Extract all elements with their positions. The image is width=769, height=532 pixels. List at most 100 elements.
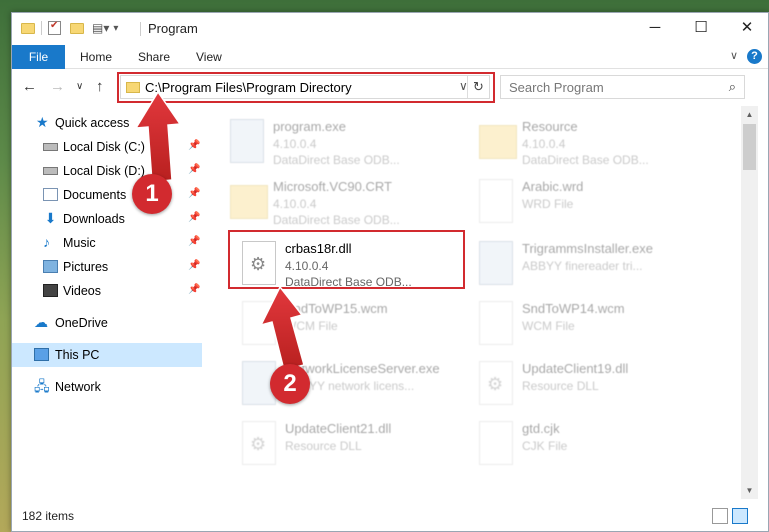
tab-home[interactable]: Home <box>80 45 112 69</box>
pin-icon[interactable]: 📌 <box>188 188 200 199</box>
window-title: Program <box>148 21 198 36</box>
sidebar-item-local-disk-d[interactable]: Local Disk (D:) 📌 <box>12 159 202 183</box>
sidebar-item-label: Music <box>63 236 96 250</box>
recent-locations-icon[interactable]: ∨ <box>76 81 83 92</box>
file-name: UpdateClient19.dll <box>522 361 629 376</box>
exe-file-icon <box>230 119 264 163</box>
customize-toolbar-icon[interactable]: ▤▾ <box>92 21 109 35</box>
sidebar-item-music[interactable]: ♪ Music 📌 <box>12 231 202 255</box>
sidebar-item-label: Local Disk (C:) <box>63 140 145 154</box>
close-button[interactable]: ✕ <box>724 13 769 43</box>
sidebar-item-videos[interactable]: Videos 📌 <box>12 279 202 303</box>
sidebar-item-pictures[interactable]: Pictures 📌 <box>12 255 202 279</box>
pin-icon[interactable]: 📌 <box>188 260 200 271</box>
title-bar: ▤▾ ▾ Program ─ ☐ ✕ <box>12 13 768 45</box>
pin-icon[interactable]: 📌 <box>188 236 200 247</box>
dll-gear-icon <box>242 421 276 465</box>
explorer-window: ▤▾ ▾ Program ─ ☐ ✕ File Home Share View … <box>11 12 769 532</box>
tiles-view-icon[interactable] <box>732 508 748 524</box>
documents-icon <box>43 188 58 201</box>
file-version: Resource DLL <box>285 439 362 453</box>
disk-icon <box>43 167 58 175</box>
new-folder-icon[interactable] <box>70 22 84 34</box>
file-item[interactable]: UpdateClient21.dll Resource DLL <box>237 415 487 473</box>
download-icon: ⬇ <box>44 210 57 226</box>
file-item[interactable]: SndToWP15.wcm WCM File <box>237 295 487 353</box>
file-name: Arabic.wrd <box>522 179 584 194</box>
file-item[interactable]: SndToWP14.wcm WCM File <box>474 295 724 353</box>
item-count: 182 items <box>22 509 75 523</box>
sidebar-item-label: Pictures <box>63 260 109 274</box>
file-item[interactable]: gtd.cjk CJK File <box>474 415 724 473</box>
maximize-button[interactable]: ☐ <box>678 13 724 43</box>
sidebar-item-label: OneDrive <box>55 316 108 330</box>
file-item[interactable]: TrigrammsInstaller.exe ABBYY finereader … <box>474 235 724 293</box>
sidebar-item-onedrive[interactable]: ☁ OneDrive <box>12 311 202 335</box>
pin-icon[interactable]: 📌 <box>188 284 200 295</box>
file-version: Resource DLL <box>522 379 599 393</box>
cloud-icon: ☁ <box>34 314 48 330</box>
file-name: SndToWP14.wcm <box>522 301 625 316</box>
chevron-down-icon[interactable]: ▾ <box>113 23 118 34</box>
sidebar-item-label: Quick access <box>55 116 130 130</box>
search-icon[interactable]: ⌕ <box>729 79 736 95</box>
separator <box>140 22 141 36</box>
callout-step-2: 2 <box>270 364 310 404</box>
pin-icon[interactable]: 📌 <box>188 164 200 175</box>
status-bar: 182 items <box>12 503 768 531</box>
sidebar-item-label: Local Disk (D:) <box>63 164 145 178</box>
properties-icon[interactable] <box>48 20 61 35</box>
separator <box>41 21 42 35</box>
search-input[interactable]: Search Program <box>509 80 604 95</box>
sidebar-item-downloads[interactable]: ⬇ Downloads 📌 <box>12 207 202 231</box>
network-icon: 🖧 <box>34 378 50 394</box>
sidebar-item-label: Downloads <box>63 212 125 226</box>
tab-share[interactable]: Share <box>138 45 170 69</box>
file-item[interactable]: program.exe 4.10.0.4 DataDirect Base ODB… <box>225 113 475 171</box>
search-box[interactable]: Search Program ⌕ <box>500 75 745 99</box>
file-item[interactable]: Arabic.wrd WRD File <box>474 173 724 231</box>
file-name: SndToWP15.wcm <box>285 301 388 316</box>
file-version: ABBYY finereader tri... <box>522 259 643 273</box>
minimize-button[interactable]: ─ <box>632 13 678 43</box>
forward-arrow-icon[interactable]: → <box>50 78 65 95</box>
sidebar-item-network[interactable]: 🖧 Network <box>12 375 202 399</box>
file-icon <box>479 421 513 465</box>
file-name: TrigrammsInstaller.exe <box>522 241 653 256</box>
star-icon: ★ <box>36 114 49 130</box>
file-version: WCM File <box>285 319 338 333</box>
folder-icon <box>230 185 268 219</box>
tab-view[interactable]: View <box>196 45 222 69</box>
scroll-up-icon[interactable]: ▲ <box>741 106 758 123</box>
details-view-icon[interactable] <box>712 508 728 524</box>
sidebar-item-documents[interactable]: Documents 📌 <box>12 183 202 207</box>
up-arrow-icon[interactable]: ↑ <box>96 78 104 95</box>
back-arrow-icon[interactable]: ← <box>22 78 37 95</box>
dll-gear-icon <box>479 361 513 405</box>
sidebar-item-label: This PC <box>55 348 100 362</box>
vertical-scrollbar[interactable]: ▲ ▼ <box>741 106 758 499</box>
file-item[interactable]: Resource 4.10.0.4 DataDirect Base ODB... <box>474 113 724 171</box>
pin-icon[interactable]: 📌 <box>188 140 200 151</box>
tab-file[interactable]: File <box>12 45 65 69</box>
sidebar-item-local-disk-c[interactable]: Local Disk (C:) 📌 <box>12 135 202 159</box>
pin-icon[interactable]: 📌 <box>188 212 200 223</box>
file-icon <box>479 179 513 223</box>
folder-icon[interactable] <box>21 22 35 34</box>
help-icon[interactable]: ? <box>747 49 762 64</box>
file-item[interactable]: Microsoft.VC90.CRT 4.10.0.4 DataDirect B… <box>225 173 475 231</box>
file-list: program.exe 4.10.0.4 DataDirect Base ODB… <box>209 105 741 498</box>
pc-icon <box>34 348 49 361</box>
sidebar-item-this-pc[interactable]: This PC <box>12 343 202 367</box>
pictures-icon <box>43 260 58 273</box>
file-item[interactable]: UpdateClient19.dll Resource DLL <box>474 355 724 413</box>
expand-ribbon-icon[interactable]: ∨ <box>730 49 738 62</box>
scrollbar-thumb[interactable] <box>743 124 756 170</box>
file-description: DataDirect Base ODB... <box>273 213 400 227</box>
sidebar-item-label: Network <box>55 380 101 394</box>
file-description: DataDirect Base ODB... <box>522 153 649 167</box>
folder-icon <box>479 125 517 159</box>
sidebar-item-label: Documents <box>63 188 127 202</box>
sidebar-item-quick-access[interactable]: ★ Quick access <box>12 111 202 135</box>
scroll-down-icon[interactable]: ▼ <box>741 482 758 499</box>
